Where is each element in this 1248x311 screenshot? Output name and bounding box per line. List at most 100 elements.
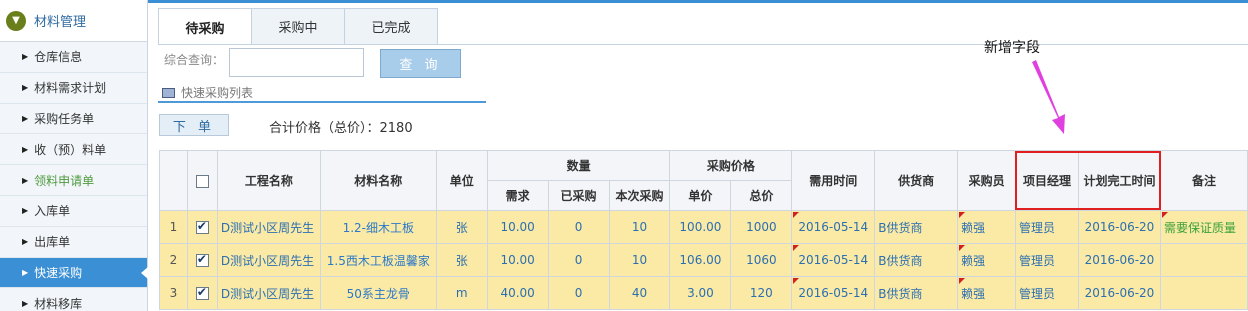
table-body: 1D测试小区周先生1.2-细木工板张10.00010100.0010002016… (159, 210, 1248, 310)
header-material: 材料名称 (319, 150, 437, 211)
sidebar-item[interactable]: ▶ 材料需求计划 (0, 73, 147, 104)
header-qty-demand: 需求 (486, 180, 549, 211)
header-index (159, 150, 188, 211)
sidebar-item-label: 收（预）料单 (34, 142, 107, 157)
list-title-text: 快速采购列表 (181, 86, 254, 100)
sidebar-header[interactable]: ▼ 材料管理 (0, 0, 147, 42)
header-plan-finish: 计划完工时间 (1077, 150, 1161, 211)
sidebar-item-label: 仓库信息 (34, 50, 83, 65)
cell-price: 3.00 (669, 276, 732, 310)
cell-material: 50系主龙骨 (319, 276, 437, 310)
sidebar-item[interactable]: ▶ 材料移库 (0, 288, 147, 311)
caret-right-icon: ▶ (22, 113, 29, 123)
cell-demand: 40.00 (486, 276, 549, 310)
cell-bought: 0 (547, 210, 610, 244)
caret-right-icon: ▶ (22, 206, 29, 216)
tab-pending[interactable]: 待采购 (158, 8, 252, 45)
list-title-underline (158, 101, 486, 103)
cell-idx: 1 (159, 210, 188, 244)
table-row[interactable]: 3 D测试小区周先生50系主龙骨m40.000403.001202016-05-1… (159, 276, 1248, 310)
caret-right-icon: ▶ (22, 298, 29, 308)
order-button[interactable]: 下 单 (159, 114, 229, 136)
tab-in-progress[interactable]: 采购中 (251, 8, 345, 44)
annotation-text: 新增字段 (984, 40, 1040, 56)
cell-need-time: 2016-05-14 (791, 276, 876, 310)
cell-unit: m (435, 276, 488, 310)
cell-pm: 管理员 (1015, 210, 1079, 244)
tab-completed[interactable]: 已完成 (344, 8, 438, 44)
cell-unit: 张 (435, 210, 488, 244)
select-all-checkbox[interactable] (195, 174, 209, 188)
cell-supplier: B供货商 (874, 243, 959, 277)
list-title: 快速采购列表 (162, 84, 253, 101)
row-select-cell[interactable] (186, 276, 218, 310)
cell-this: 10 (608, 210, 671, 244)
cell-need-time: 2016-05-14 (791, 210, 876, 244)
cell-demand: 10.00 (486, 243, 549, 277)
sidebar-item[interactable]: ▶ 出库单 (0, 227, 147, 258)
sidebar-item[interactable]: ▶ 仓库信息 (0, 42, 147, 73)
sidebar-item-label: 快速采购 (34, 265, 83, 280)
cell-remark: 需要保证质量 (1159, 210, 1248, 244)
cell-buyer: 赖强 (957, 243, 1017, 277)
header-total-price: 总价 (730, 180, 793, 211)
search-input[interactable] (229, 48, 364, 77)
row-checkbox[interactable] (195, 219, 209, 234)
header-unit: 单位 (435, 150, 488, 211)
top-accent-line (148, 0, 1248, 3)
query-button[interactable]: 查 询 (380, 49, 461, 78)
cell-demand: 10.00 (486, 210, 549, 244)
header-unit-price: 单价 (669, 180, 732, 211)
sidebar-item[interactable]: ▶ 采购任务单 (0, 104, 147, 135)
header-select-all[interactable] (186, 150, 218, 211)
header-quantity-group: 数量 (486, 150, 671, 181)
cell-price: 106.00 (669, 243, 732, 277)
caret-right-icon: ▶ (22, 237, 29, 247)
table-row[interactable]: 2D测试小区周先生1.5西木工板温馨家张10.00010106.00106020… (159, 243, 1248, 277)
sidebar-item-label: 材料需求计划 (34, 81, 107, 96)
row-checkbox[interactable] (195, 252, 209, 267)
search-label: 综合查询： (164, 53, 225, 67)
cell-project: D测试小区周先生 (216, 276, 321, 310)
header-remark: 备注 (1159, 150, 1248, 211)
sidebar-items: ▶ 仓库信息 ▶ 材料需求计划 ▶ 采购任务单 ▶ 收（预）料单 ▶ 领料申请单 ▶ 入库单 ▶ 出库单 ▶… (0, 42, 148, 311)
header-qty-this: 本次采购 (608, 180, 671, 211)
row-checkbox[interactable] (195, 285, 209, 300)
cell-total: 1000 (730, 210, 793, 244)
cell-buyer: 赖强 (957, 276, 1017, 310)
sidebar-header-title: 材料管理 (34, 15, 87, 30)
cell-project: D测试小区周先生 (216, 210, 321, 244)
cell-supplier: B供货商 (874, 210, 959, 244)
cell-buyer: 赖强 (957, 210, 1017, 244)
cell-price: 100.00 (669, 210, 732, 244)
cell-idx: 3 (159, 276, 188, 310)
cell-pm: 管理员 (1015, 243, 1079, 277)
sidebar-item[interactable]: ▶ 领料申请单 (0, 165, 147, 196)
cell-plan: 2016-06-20 (1077, 243, 1161, 277)
total-price-text: 合计价格（总价）：2180 (269, 121, 413, 136)
header-price-group: 采购价格 (669, 150, 793, 181)
cell-supplier: B供货商 (874, 276, 959, 310)
caret-right-icon: ▶ (22, 267, 29, 277)
app-root: ▼ 材料管理 ▶ 仓库信息 ▶ 材料需求计划 ▶ 采购任务单 ▶ 收（预）料单 ▶ 领料申请单 ▶ 入… (0, 0, 1248, 311)
cell-bought: 0 (547, 243, 610, 277)
sidebar-item[interactable]: ▶ 入库单 (0, 196, 147, 227)
cell-this: 10 (608, 243, 671, 277)
row-select-cell[interactable] (186, 243, 218, 277)
row-select-cell[interactable] (186, 210, 218, 244)
header-project: 工程名称 (216, 150, 321, 211)
chevron-down-icon: ▼ (6, 10, 26, 31)
sidebar-item-label: 出库单 (34, 235, 71, 250)
table-row[interactable]: 1D测试小区周先生1.2-细木工板张10.00010100.0010002016… (159, 210, 1248, 244)
cell-plan: 2016-06-20 (1077, 276, 1161, 310)
sidebar-item-label: 材料移库 (34, 296, 83, 311)
sidebar-item[interactable]: ▶ 收（预）料单 (0, 134, 147, 166)
main-panel: 待采购 采购中 已完成 综合查询： 查 询 快速采购列表 下 单 合计价格（总价… (148, 0, 1248, 311)
sidebar-item[interactable]: ▶ 快速采购 (0, 257, 148, 289)
cell-need-time: 2016-05-14 (791, 243, 876, 277)
header-qty-bought: 已采购 (547, 180, 610, 211)
caret-right-icon: ▶ (22, 144, 29, 154)
header-supplier: 供货商 (874, 150, 959, 211)
cell-material: 1.5西木工板温馨家 (319, 243, 437, 277)
header-project-manager: 项目经理 (1015, 150, 1079, 211)
